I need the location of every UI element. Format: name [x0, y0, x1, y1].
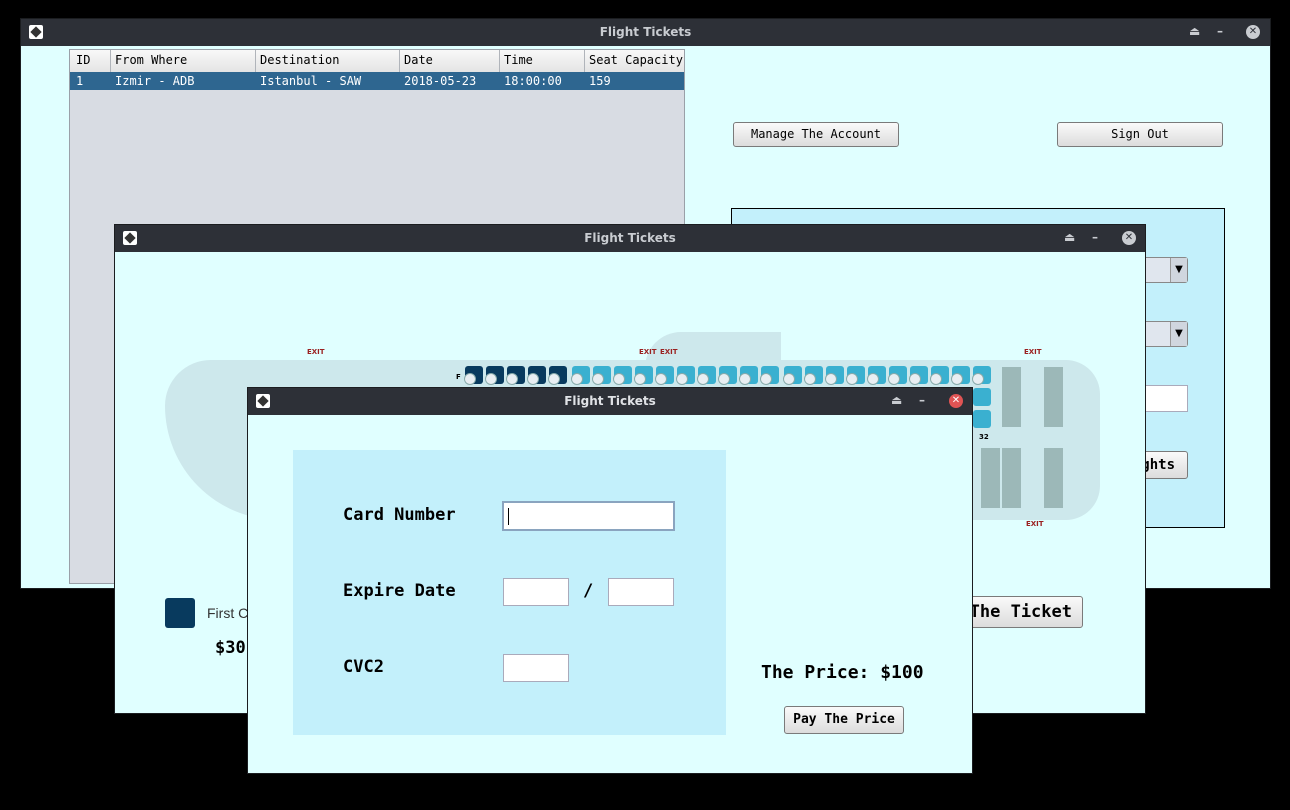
lavatory [1002, 367, 1021, 427]
seat-knob [634, 373, 646, 385]
payment-window: Flight Tickets ⏏ – ✕ Card Number Expire … [248, 388, 972, 773]
table-row[interactable]: 1 Izmir - ADB Istanbul - SAW 2018-05-23 … [70, 72, 684, 90]
exit-label: EXIT [1026, 520, 1044, 528]
expire-date-label: Expire Date [343, 581, 456, 601]
main-window-titlebar[interactable]: Flight Tickets ⏏ – ✕ [21, 19, 1270, 46]
cell-id: 1 [76, 74, 84, 88]
row-letter: F [456, 373, 461, 381]
seat-knob [867, 373, 879, 385]
first-class-swatch [165, 598, 195, 628]
seat-knob [825, 373, 837, 385]
col-header-time[interactable]: Time [504, 53, 533, 67]
cell-from: Izmir - ADB [115, 74, 195, 88]
col-header-id[interactable]: ID [76, 53, 90, 67]
date-separator: / [583, 581, 594, 601]
chevron-down-icon: ▼ [1170, 258, 1187, 282]
seat-knob [613, 373, 625, 385]
cell-destination: Istanbul - SAW [260, 74, 362, 88]
seat-window-titlebar[interactable]: Flight Tickets ⏏ – ✕ [115, 225, 1145, 252]
first-class-price: $30 [215, 638, 246, 658]
seat-knob [464, 373, 476, 385]
seat-knob [592, 373, 604, 385]
seat[interactable] [973, 388, 991, 406]
first-class-label: First C [207, 605, 249, 621]
seat-knob [930, 373, 942, 385]
manage-account-button[interactable]: Manage The Account [733, 122, 899, 147]
seat-knob [676, 373, 688, 385]
seat-knob [527, 373, 539, 385]
cvc-label: CVC2 [343, 657, 384, 677]
exit-label: EXIT [1024, 348, 1042, 356]
seat-knob [760, 373, 772, 385]
cell-capacity: 159 [589, 74, 611, 88]
window-title: Flight Tickets [599, 25, 692, 39]
col-header-from[interactable]: From Where [115, 53, 187, 67]
payment-window-titlebar[interactable]: Flight Tickets ⏏ – ✕ [248, 388, 972, 415]
close-icon[interactable]: ✕ [1122, 231, 1136, 245]
seat-knob [485, 373, 497, 385]
table-header: ID From Where Destination Date Time Seat… [70, 50, 684, 73]
exit-label: EXIT [660, 348, 678, 356]
window-title: Flight Tickets [564, 394, 656, 408]
cell-time: 18:00:00 [504, 74, 562, 88]
col-header-destination[interactable]: Destination [260, 53, 339, 67]
col-header-date[interactable]: Date [404, 53, 433, 67]
row-number: 32 [979, 433, 989, 441]
expire-year-field[interactable] [608, 578, 674, 606]
lavatory [1002, 448, 1021, 508]
seat-knob [548, 373, 560, 385]
card-panel: Card Number Expire Date / CVC2 [293, 450, 726, 735]
seat-knob [506, 373, 518, 385]
col-header-capacity[interactable]: Seat Capacity [589, 53, 683, 67]
sign-out-button[interactable]: Sign Out [1057, 122, 1223, 147]
lavatory [981, 448, 1000, 508]
close-icon[interactable]: ✕ [949, 394, 963, 408]
eject-icon[interactable]: ⏏ [1064, 230, 1075, 244]
chevron-down-icon: ▼ [1170, 322, 1187, 346]
expire-month-field[interactable] [503, 578, 569, 606]
price-label: The Price: $100 [761, 662, 924, 683]
minimize-icon[interactable]: – [1217, 24, 1223, 38]
seat-knob [909, 373, 921, 385]
lavatory [1044, 448, 1063, 508]
seat-knob [804, 373, 816, 385]
minimize-icon[interactable]: – [1092, 230, 1098, 244]
minimize-icon[interactable]: – [919, 393, 925, 407]
exit-label: EXIT [307, 348, 325, 356]
cell-date: 2018-05-23 [404, 74, 477, 88]
card-number-field[interactable] [502, 501, 675, 531]
seat-knob [718, 373, 730, 385]
seat-knob [951, 373, 963, 385]
seat-knob [697, 373, 709, 385]
seat[interactable] [973, 410, 991, 428]
window-title: Flight Tickets [584, 231, 676, 245]
lavatory [1044, 367, 1063, 427]
text-cursor [508, 508, 509, 525]
seat-knob [571, 373, 583, 385]
pay-button[interactable]: Pay The Price [784, 706, 904, 734]
seat-knob [739, 373, 751, 385]
cvc-field[interactable] [503, 654, 569, 682]
close-icon[interactable]: ✕ [1246, 25, 1260, 39]
card-number-label: Card Number [343, 505, 456, 525]
seat-knob [655, 373, 667, 385]
eject-icon[interactable]: ⏏ [1189, 24, 1200, 38]
seat-knob [846, 373, 858, 385]
seat-knob [888, 373, 900, 385]
exit-label: EXIT [639, 348, 657, 356]
eject-icon[interactable]: ⏏ [891, 393, 902, 407]
seat-knob [783, 373, 795, 385]
seat-knob [972, 373, 984, 385]
